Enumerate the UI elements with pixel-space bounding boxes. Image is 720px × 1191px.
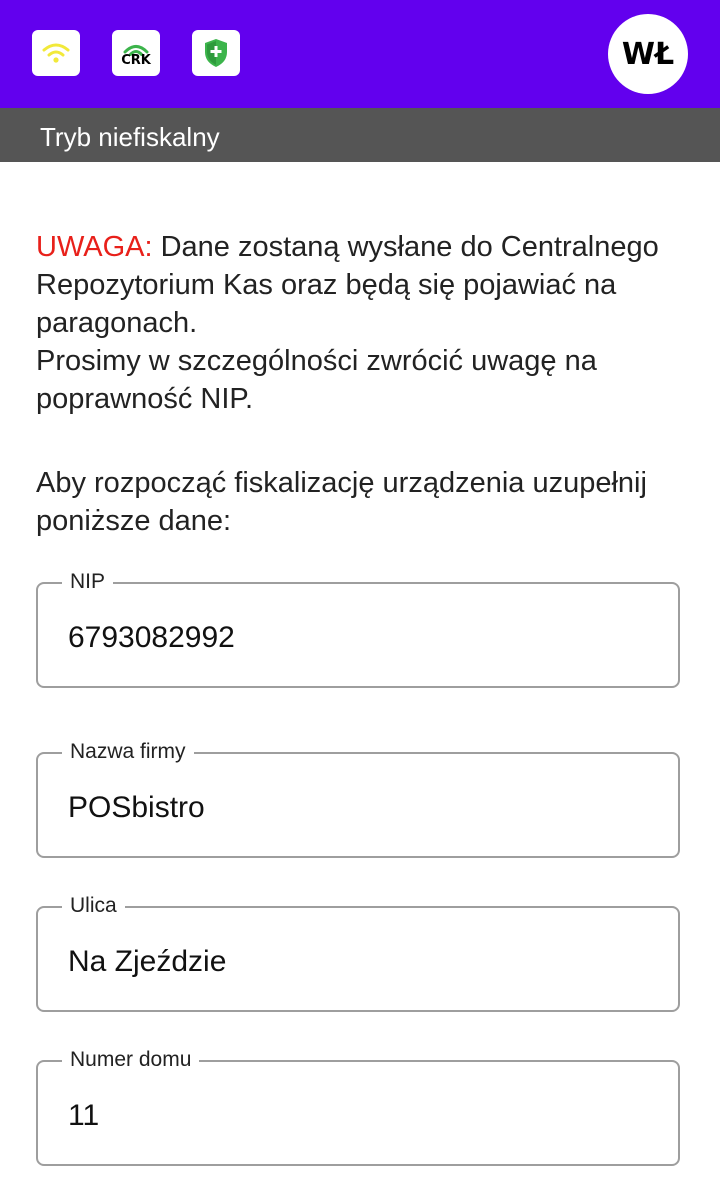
warning-label: UWAGA: — [36, 231, 153, 263]
mode-label: Tryb niefiskalny — [40, 122, 220, 152]
street-field[interactable]: Ulica Na Zjeździe — [36, 894, 680, 1012]
wifi-icon — [42, 43, 70, 63]
nip-field[interactable]: NIP 6793082992 — [36, 570, 680, 688]
house-number-field[interactable]: Numer domu 11 — [36, 1048, 680, 1166]
company-name-field[interactable]: Nazwa firmy POSbistro — [36, 740, 680, 858]
top-app-bar: CRK WŁ — [0, 0, 720, 108]
house-number-input[interactable]: 11 — [68, 1098, 99, 1134]
crk-label: CRK — [121, 52, 151, 68]
nip-input[interactable]: 6793082992 — [68, 620, 235, 656]
wifi-status-badge[interactable] — [32, 30, 80, 76]
instruction-text: Aby rozpocząć fiskalizację urządzenia uz… — [36, 467, 647, 537]
street-field-label: Ulica — [62, 894, 125, 918]
nip-field-label: NIP — [62, 570, 114, 594]
street-input[interactable]: Na Zjeździe — [68, 944, 226, 980]
warning-message: UWAGA: Dane zostaną wysłane do Centralne… — [36, 228, 696, 418]
mode-bar: Tryb niefiskalny — [0, 108, 720, 162]
company-name-input[interactable]: POSbistro — [68, 790, 205, 826]
house-number-field-label: Numer domu — [62, 1048, 200, 1072]
security-status-badge[interactable] — [192, 30, 240, 76]
shield-check-icon — [205, 39, 227, 67]
crk-status-badge[interactable]: CRK — [112, 30, 160, 76]
user-avatar[interactable]: WŁ — [608, 14, 688, 94]
company-name-field-label: Nazwa firmy — [62, 740, 194, 764]
